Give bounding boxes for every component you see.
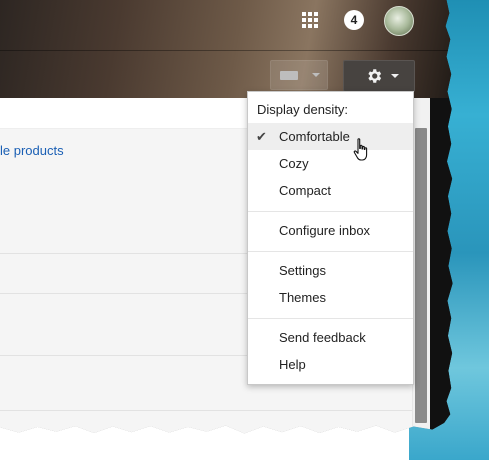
account-avatar[interactable]	[384, 6, 414, 36]
display-density-heading: Display density:	[257, 102, 349, 117]
menu-item-label: Themes	[279, 290, 326, 305]
menu-item-label: Cozy	[279, 156, 309, 171]
gmail-header: 4	[0, 0, 453, 98]
menu-divider	[248, 251, 413, 252]
hand-pointer-cursor-icon	[353, 138, 368, 161]
chevron-down-icon	[312, 73, 320, 77]
scrollbar-thumb[interactable]	[415, 128, 427, 423]
menu-item-label: Comfortable	[279, 129, 350, 144]
gear-icon	[368, 69, 382, 83]
keyboard-icon	[280, 71, 298, 80]
menu-item-compact[interactable]: Compact	[248, 177, 413, 204]
menu-item-comfortable[interactable]: ✔ Comfortable	[248, 123, 413, 150]
checkmark-icon: ✔	[256, 129, 267, 144]
scrollbar-track[interactable]	[412, 98, 431, 434]
menu-item-label: Help	[279, 357, 306, 372]
menu-item-label: Configure inbox	[279, 223, 371, 238]
menu-item-cozy[interactable]: Cozy	[248, 150, 413, 177]
screenshot-frame: 4 le products Display density: ✔ Comfort…	[0, 0, 453, 434]
row-divider	[0, 410, 412, 411]
menu-item-configure-inbox[interactable]: Configure inbox	[248, 217, 413, 244]
menu-item-label: Compact	[279, 183, 332, 198]
menu-item-send-feedback[interactable]: Send feedback	[248, 324, 413, 351]
notification-badge[interactable]: 4	[344, 10, 364, 30]
menu-item-label: Settings	[279, 263, 326, 278]
settings-dropdown-menu: Display density: ✔ Comfortable Cozy Comp…	[247, 91, 414, 385]
input-tools-button[interactable]	[270, 60, 328, 90]
chevron-down-icon	[391, 74, 399, 78]
menu-item-themes[interactable]: Themes	[248, 284, 413, 311]
menu-item-settings[interactable]: Settings	[248, 257, 413, 284]
menu-divider	[248, 211, 413, 212]
menu-item-label: Send feedback	[279, 330, 366, 345]
menu-item-help[interactable]: Help	[248, 351, 413, 378]
promo-link[interactable]: le products	[0, 143, 64, 158]
apps-grid-icon[interactable]	[302, 12, 318, 28]
menu-divider	[248, 318, 413, 319]
settings-gear-button[interactable]	[343, 60, 415, 92]
